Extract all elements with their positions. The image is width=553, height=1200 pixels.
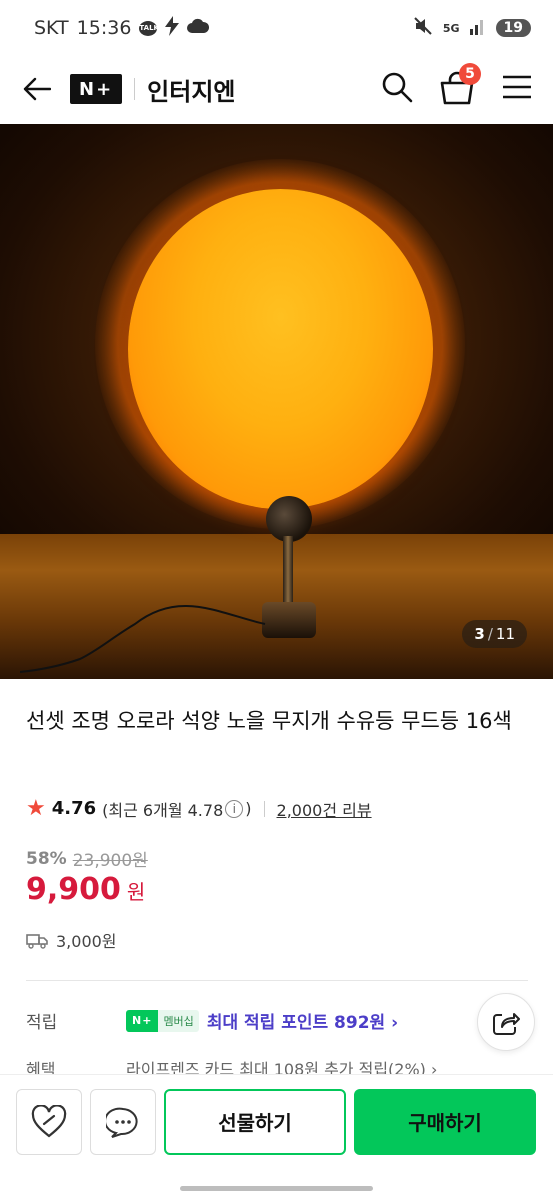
recent-rating: (최근 6개월 4.78 [102, 800, 224, 820]
product-image-gallery[interactable]: 3/11 [0, 124, 553, 679]
header-divider [134, 78, 136, 100]
shipping-row: 3,000원 [26, 928, 117, 952]
wishlist-button[interactable] [16, 1088, 82, 1155]
lamp-base [262, 602, 316, 638]
talk-talk-button[interactable] [90, 1088, 156, 1155]
carrier-label: SKT [34, 17, 69, 39]
search-button[interactable] [381, 71, 413, 107]
arrow-left-icon [23, 77, 51, 101]
battery-indicator: 19 [495, 19, 531, 37]
heart-link-icon [31, 1104, 67, 1137]
image-counter: 3/11 [462, 620, 527, 648]
product-title: 선셋 조명 오로라 석양 노을 무지개 수유등 무드등 16색 [26, 709, 512, 733]
share-button[interactable] [477, 993, 535, 1051]
chat-bubble-icon [106, 1107, 138, 1138]
lamp-cable [20, 604, 266, 673]
price-row: 9,900 원 [26, 872, 145, 907]
cloud-icon [187, 17, 210, 39]
menu-button[interactable] [501, 74, 533, 104]
membership-badge: N+ 멤버십 [126, 1009, 199, 1032]
mute-icon [413, 16, 433, 41]
points-label: 적립 [26, 1013, 58, 1033]
time-label: 15:36 [76, 17, 132, 39]
network-icon: 5G [442, 21, 460, 35]
share-icon [493, 1013, 520, 1035]
cart-button[interactable]: 5 [439, 63, 481, 107]
reviews-link[interactable]: 2,000건 리뷰 [277, 797, 372, 821]
bolt-icon [165, 15, 180, 41]
buy-button[interactable]: 구매하기 [354, 1088, 536, 1155]
info-icon[interactable]: i [225, 799, 244, 818]
rating-divider [263, 800, 265, 817]
sunset-projection [128, 189, 433, 509]
delivery-truck-icon [26, 934, 48, 949]
search-icon [382, 72, 413, 103]
original-price: 23,900원 [72, 851, 148, 871]
gift-button[interactable]: 선물하기 [164, 1088, 346, 1155]
rating-value: 4.76 [51, 798, 97, 819]
discount-row: 58% 23,900원 [26, 846, 148, 872]
max-points-link[interactable]: 최대 적립 포인트 892원 › [207, 1008, 398, 1033]
naver-plus-logo[interactable]: N+ [70, 74, 123, 104]
hamburger-menu-icon [503, 75, 531, 99]
sale-price: 9,900 [26, 872, 121, 907]
store-name[interactable]: 인터지엔 [147, 72, 235, 107]
signal-icon [469, 17, 486, 40]
cart-count-badge: 5 [459, 63, 481, 85]
top-nav: N+ 인터지엔 5 [0, 56, 553, 122]
discount-rate: 58% [26, 848, 67, 869]
bottom-action-bar: 선물하기 구매하기 [0, 1074, 553, 1168]
talk-icon: TALK [139, 20, 159, 36]
star-icon: ★ [26, 796, 46, 821]
rating-row: ★ 4.76 (최근 6개월 4.78 i ) 2,000건 리뷰 [26, 796, 372, 821]
section-divider [26, 980, 528, 981]
points-row[interactable]: 적립 N+ 멤버십 최대 적립 포인트 892원 › [26, 1008, 398, 1033]
home-indicator[interactable] [180, 1186, 373, 1191]
back-button[interactable] [20, 72, 54, 106]
recent-rating-close: ) [245, 799, 252, 818]
currency-label: 원 [126, 880, 146, 904]
status-bar: SKT 15:36 TALK 5G 19 [0, 0, 553, 56]
shipping-fee: 3,000원 [56, 932, 117, 951]
